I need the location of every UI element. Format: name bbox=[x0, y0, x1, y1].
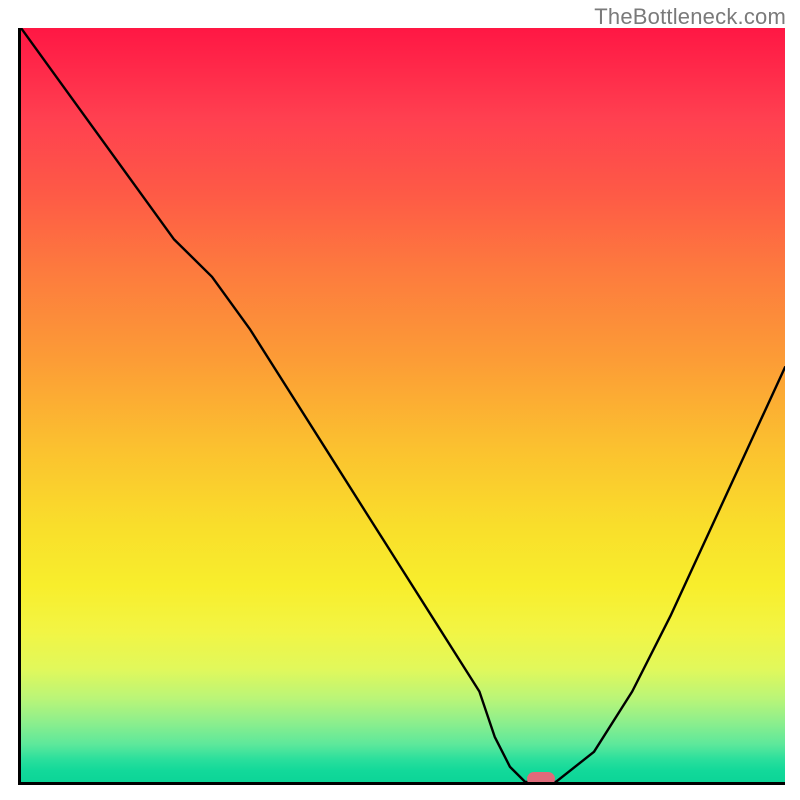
plot-area bbox=[18, 28, 785, 785]
optimal-marker bbox=[527, 772, 555, 785]
watermark-text: TheBottleneck.com bbox=[594, 4, 786, 30]
chart-frame: TheBottleneck.com bbox=[0, 0, 800, 800]
bottleneck-curve bbox=[21, 28, 785, 782]
